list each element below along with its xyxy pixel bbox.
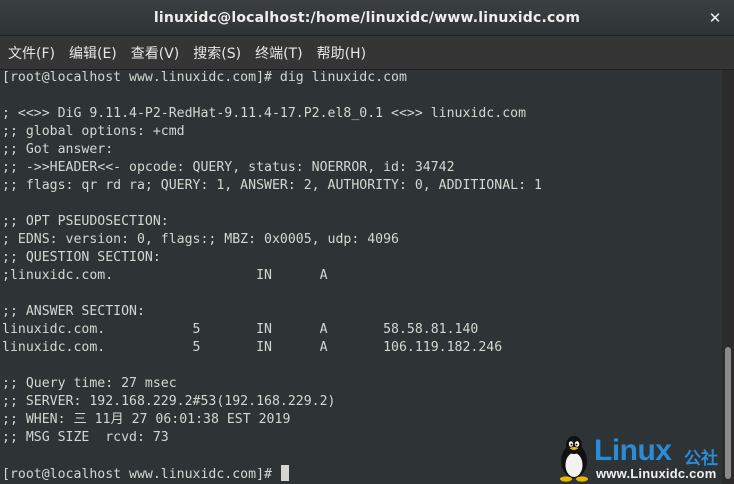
- menubar: 文件(F) 编辑(E) 查看(V) 搜索(S) 终端(T) 帮助(H): [0, 36, 734, 70]
- menu-edit[interactable]: 编辑(E): [63, 43, 123, 63]
- terminal-line: ;; Query time: 27 msec: [2, 376, 177, 391]
- terminal-line: ;; OPT PSEUDOSECTION:: [2, 214, 169, 229]
- menu-help[interactable]: 帮助(H): [311, 43, 372, 63]
- tux-penguin-icon: [560, 436, 588, 482]
- menu-file[interactable]: 文件(F): [2, 43, 61, 63]
- terminal-line: [root@localhost www.linuxidc.com]# dig l…: [2, 70, 407, 85]
- terminal-line: ;linuxidc.com. IN A: [2, 268, 328, 283]
- watermark-url: www.Linuxidc.com: [596, 466, 717, 481]
- menu-view[interactable]: 查看(V): [125, 43, 186, 63]
- watermark-logo: Linux 公社 www.Linuxidc.com: [556, 432, 734, 484]
- window-titlebar[interactable]: linuxidc@localhost:/home/linuxidc/www.li…: [0, 0, 734, 36]
- terminal-line: ;; QUESTION SECTION:: [2, 250, 161, 265]
- close-icon[interactable]: ✕: [706, 9, 724, 27]
- terminal-line: ;; flags: qr rd ra; QUERY: 1, ANSWER: 2,…: [2, 178, 542, 193]
- terminal-line: linuxidc.com. 5 IN A 58.58.81.140: [2, 322, 479, 337]
- terminal-output[interactable]: [root@localhost www.linuxidc.com]# dig l…: [0, 70, 722, 484]
- terminal-prompt: [root@localhost www.linuxidc.com]#: [2, 467, 280, 482]
- text-cursor: [280, 465, 289, 481]
- terminal-line: ;; ->>HEADER<<- opcode: QUERY, status: N…: [2, 160, 455, 175]
- terminal-line: ;; ANSWER SECTION:: [2, 304, 145, 319]
- menu-search[interactable]: 搜索(S): [187, 43, 247, 63]
- terminal-line: ;; WHEN: 三 11月 27 06:01:38 EST 2019: [2, 412, 291, 427]
- terminal-line: ;; SERVER: 192.168.229.2#53(192.168.229.…: [2, 394, 336, 409]
- terminal-line: ;; Got answer:: [2, 142, 114, 157]
- watermark-brand: Linux: [594, 434, 672, 467]
- terminal-line: linuxidc.com. 5 IN A 106.119.182.246: [2, 340, 503, 355]
- terminal-line: ;; global options: +cmd: [2, 124, 185, 139]
- terminal-line: ; EDNS: version: 0, flags:; MBZ: 0x0005,…: [2, 232, 399, 247]
- vertical-scrollbar[interactable]: [722, 70, 734, 484]
- window-title: linuxidc@localhost:/home/linuxidc/www.li…: [153, 9, 581, 26]
- menu-terminal[interactable]: 终端(T): [249, 43, 308, 63]
- terminal-line: ; <<>> DiG 9.11.4-P2-RedHat-9.11.4-17.P2…: [2, 106, 527, 121]
